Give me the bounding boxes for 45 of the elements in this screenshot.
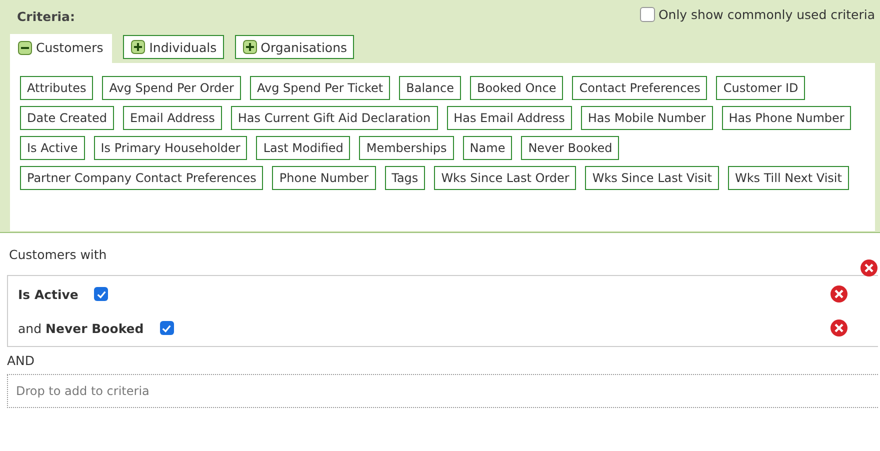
field-tag[interactable]: Memberships [359, 136, 454, 160]
field-tag[interactable]: Has Phone Number [722, 106, 852, 130]
entity-tab[interactable]: Individuals [123, 35, 224, 59]
entity-tab[interactable]: Customers [10, 34, 112, 65]
field-tag[interactable]: Contact Preferences [572, 76, 708, 100]
field-tag[interactable]: Tags [384, 166, 426, 190]
field-tag[interactable]: Wks Since Last Visit [585, 166, 719, 190]
field-tag[interactable]: Has Mobile Number [580, 106, 713, 130]
field-tag[interactable]: Has Current Gift Aid Declaration [230, 106, 438, 130]
field-tag[interactable]: Phone Number [272, 166, 376, 190]
field-tag[interactable]: Attributes [20, 76, 94, 100]
operator-label: AND [7, 353, 35, 368]
field-tag[interactable]: Date Created [20, 106, 114, 130]
common-criteria-label: Only show commonly used criteria [658, 6, 875, 22]
field-tag[interactable]: Avg Spend Per Ticket [250, 76, 390, 100]
group-title: Customers with [9, 247, 107, 262]
field-tag[interactable]: Booked Once [470, 76, 564, 100]
field-tag[interactable]: Balance [399, 76, 461, 100]
common-criteria-checkbox[interactable] [640, 6, 656, 22]
field-tag[interactable]: Is Active [20, 136, 85, 160]
field-tag[interactable]: Wks Since Last Order [434, 166, 576, 190]
condition-label: Is Active [18, 286, 78, 302]
field-tag[interactable]: Has Email Address [446, 106, 572, 130]
field-tag[interactable]: Partner Company Contact Preferences [20, 166, 264, 190]
criteria-title: Criteria: [17, 8, 75, 24]
condition-checkbox[interactable] [160, 321, 174, 335]
plus-icon [131, 40, 146, 54]
drop-zone[interactable]: Drop to add to criteria [7, 374, 878, 408]
remove-condition-icon[interactable] [830, 285, 848, 303]
condition-label: Never Booked [46, 320, 144, 336]
condition-checkbox[interactable] [94, 287, 108, 301]
field-tag[interactable]: Last Modified [256, 136, 350, 160]
field-tag[interactable]: Never Booked [521, 136, 620, 160]
field-tag[interactable]: Wks Till Next Visit [728, 166, 849, 190]
field-tag[interactable]: Avg Spend Per Order [102, 76, 241, 100]
field-tag[interactable]: Name [462, 136, 512, 160]
plus-icon [242, 40, 257, 54]
field-tag[interactable]: Customer ID [716, 76, 806, 100]
entity-tab[interactable]: Organisations [234, 35, 354, 59]
field-tag[interactable]: Is Primary Householder [94, 136, 248, 160]
connector-label: and [18, 320, 42, 336]
remove-condition-icon[interactable] [830, 319, 848, 337]
remove-group-icon[interactable] [860, 259, 878, 277]
minus-icon [18, 40, 32, 54]
field-tag[interactable]: Email Address [123, 106, 222, 130]
